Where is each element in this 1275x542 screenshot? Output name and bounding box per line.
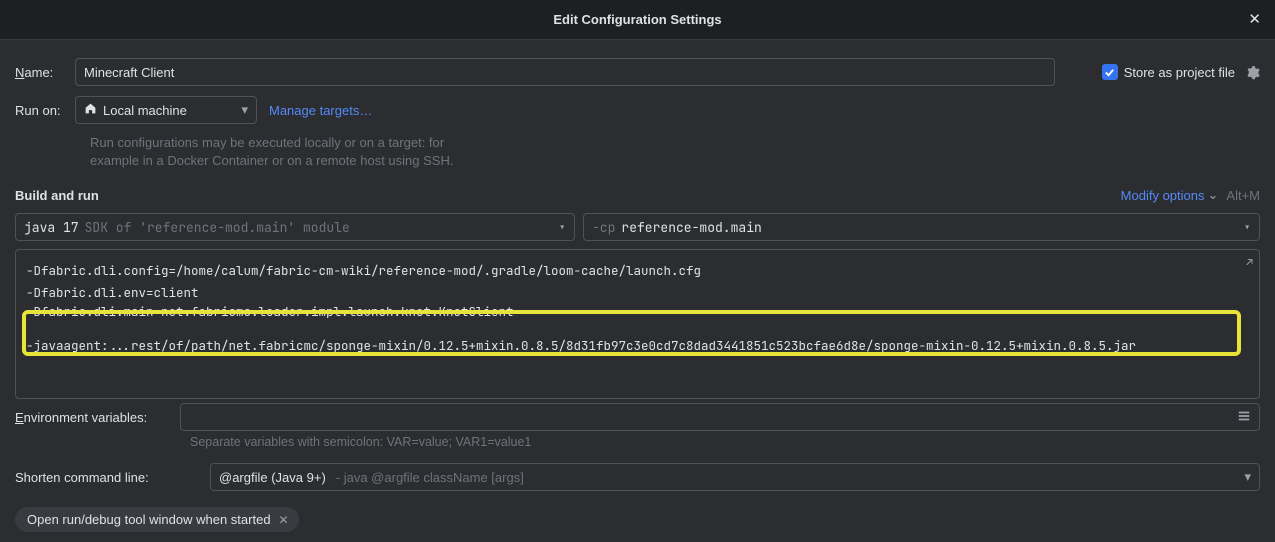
- chip-close-icon[interactable]: ✕: [279, 513, 289, 527]
- shorten-placeholder: - java @argfile className [args]: [336, 470, 524, 485]
- env-hint: Separate variables with semicolon: VAR=v…: [190, 435, 1260, 449]
- close-icon[interactable]: ✕: [1248, 10, 1261, 28]
- gear-icon[interactable]: [1245, 65, 1260, 80]
- store-as-project-label: Store as project file: [1124, 65, 1235, 80]
- manage-targets-link[interactable]: Manage targets…: [269, 103, 372, 118]
- vmopt-line: -Dfabric.dli.config=/home/calum/fabric-c…: [26, 260, 1249, 282]
- env-label: Environment variables:: [15, 410, 170, 425]
- store-as-project-checkbox[interactable]: [1102, 64, 1118, 80]
- chevron-down-icon: ▾: [241, 102, 248, 118]
- build-run-header: Build and run Modify options ⌄ Alt+M: [15, 187, 1260, 203]
- expand-icon[interactable]: ↗: [1246, 256, 1253, 270]
- runon-label: Run on:: [15, 103, 75, 118]
- runon-row: Run on: Local machine ▾ Manage targets…: [15, 96, 1260, 124]
- shorten-select[interactable]: @argfile (Java 9+) - java @argfile class…: [210, 463, 1260, 491]
- modify-options-link[interactable]: Modify options ⌄: [1121, 187, 1219, 203]
- titlebar: Edit Configuration Settings ✕: [0, 0, 1275, 40]
- dialog-title: Edit Configuration Settings: [553, 12, 721, 27]
- option-chip-open-tool-window[interactable]: Open run/debug tool window when started …: [15, 507, 299, 532]
- sdk-name: java 17: [24, 219, 79, 236]
- chevron-down-icon: ▾: [1243, 219, 1251, 236]
- vmopt-line-highlighted: -javaagent:...rest/of/path/net.fabricmc/…: [26, 335, 1249, 357]
- shorten-value: @argfile (Java 9+): [219, 470, 326, 485]
- sdk-placeholder: SDK of 'reference-mod.main' module: [85, 219, 350, 236]
- classpath-select[interactable]: -cp reference-mod.main ▾: [583, 213, 1260, 241]
- name-label: Name:: [15, 65, 75, 80]
- cp-value: reference-mod.main: [621, 219, 761, 236]
- build-run-title: Build and run: [15, 188, 99, 203]
- shorten-row: Shorten command line: @argfile (Java 9+)…: [15, 463, 1260, 491]
- cp-prefix: -cp: [592, 219, 615, 236]
- runon-value: Local machine: [103, 103, 187, 118]
- modify-shortcut: Alt+M: [1226, 188, 1260, 203]
- chevron-down-icon: ▾: [1244, 469, 1251, 485]
- chevron-down-icon: ⌄: [1208, 187, 1219, 203]
- list-icon[interactable]: [1237, 409, 1251, 426]
- vm-options-textarea[interactable]: ↗ -Dfabric.dli.config=/home/calum/fabric…: [15, 249, 1260, 399]
- shorten-label: Shorten command line:: [15, 470, 200, 485]
- name-input[interactable]: [75, 58, 1055, 86]
- home-icon: [84, 102, 97, 118]
- name-row: Name: Store as project file: [15, 58, 1260, 86]
- runon-hint: Run configurations may be executed local…: [90, 134, 490, 169]
- chevron-down-icon: ▾: [558, 219, 566, 236]
- chip-label: Open run/debug tool window when started: [27, 512, 271, 527]
- sdk-select[interactable]: java 17 SDK of 'reference-mod.main' modu…: [15, 213, 575, 241]
- env-input[interactable]: [180, 403, 1260, 431]
- runon-select[interactable]: Local machine ▾: [75, 96, 257, 124]
- env-row: Environment variables:: [15, 403, 1260, 431]
- vmopt-line: -Dfabric.dli.main=net.fabricmc.loader.im…: [26, 301, 1249, 323]
